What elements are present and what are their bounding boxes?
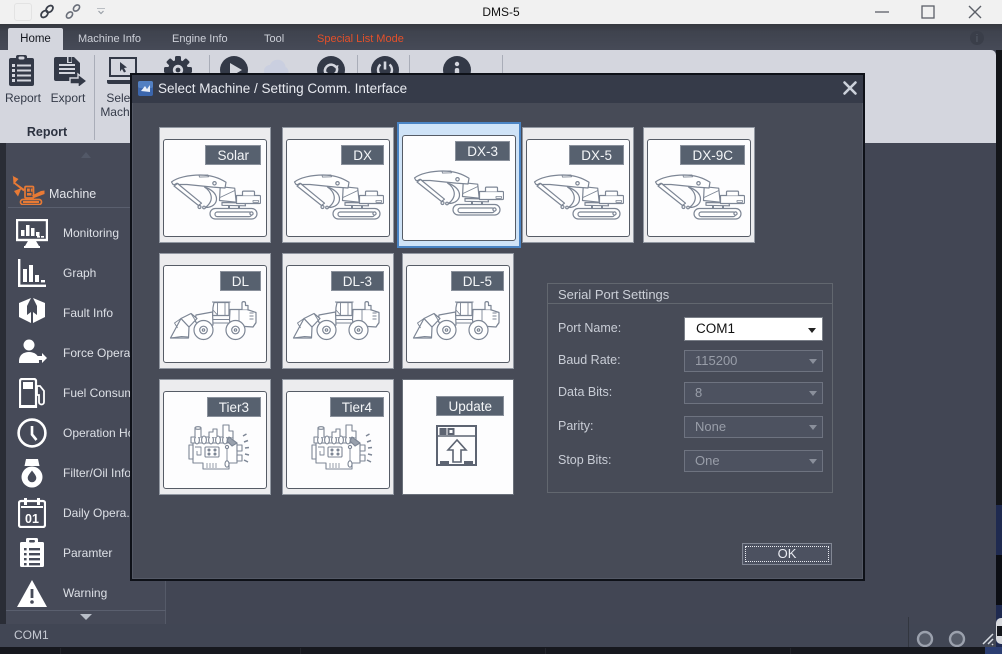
svg-text:01: 01 (25, 512, 39, 526)
svg-text:i: i (976, 33, 978, 45)
